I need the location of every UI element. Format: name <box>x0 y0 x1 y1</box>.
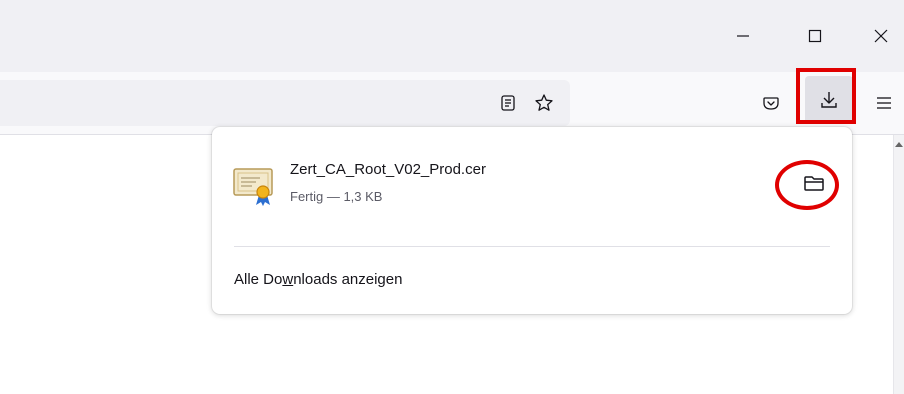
show-all-downloads[interactable]: Alle Downloads anzeigen <box>234 271 402 288</box>
title-bar <box>0 0 904 72</box>
bookmark-star-icon <box>535 94 553 111</box>
scrollbar[interactable] <box>893 135 904 394</box>
highlight-circle <box>775 160 839 210</box>
pocket-button[interactable] <box>753 85 789 121</box>
downloads-panel: Zert_CA_Root_V02_Prod.cer Fertig — 1,3 K… <box>212 127 852 314</box>
minimize-icon <box>737 35 749 37</box>
reader-view-icon <box>501 95 515 111</box>
panel-separator <box>234 246 830 247</box>
maximize-button[interactable] <box>792 14 838 58</box>
highlight-rectangle <box>796 68 856 124</box>
download-status: Fertig — 1,3 KB <box>290 189 383 204</box>
show-all-text-end: nloads anzeigen <box>293 271 403 288</box>
nav-toolbar <box>0 72 904 135</box>
url-bar[interactable] <box>0 80 570 126</box>
minimize-button[interactable] <box>720 14 766 58</box>
scroll-up-arrow-icon[interactable] <box>895 142 903 147</box>
close-window-button[interactable] <box>858 14 904 58</box>
reader-view-button[interactable] <box>490 85 526 121</box>
download-file-name: Zert_CA_Root_V02_Prod.cer <box>290 161 486 178</box>
show-all-accesskey: w <box>282 271 294 288</box>
bookmark-button[interactable] <box>526 85 562 121</box>
maximize-icon <box>808 29 822 43</box>
download-item[interactable]: Zert_CA_Root_V02_Prod.cer Fertig — 1,3 K… <box>224 145 840 221</box>
close-icon <box>874 29 888 43</box>
menu-icon <box>877 97 891 109</box>
pocket-icon <box>763 97 779 110</box>
app-menu-button[interactable] <box>866 85 902 121</box>
certificate-icon <box>233 168 273 206</box>
show-all-text-start: Alle Do <box>234 271 283 288</box>
